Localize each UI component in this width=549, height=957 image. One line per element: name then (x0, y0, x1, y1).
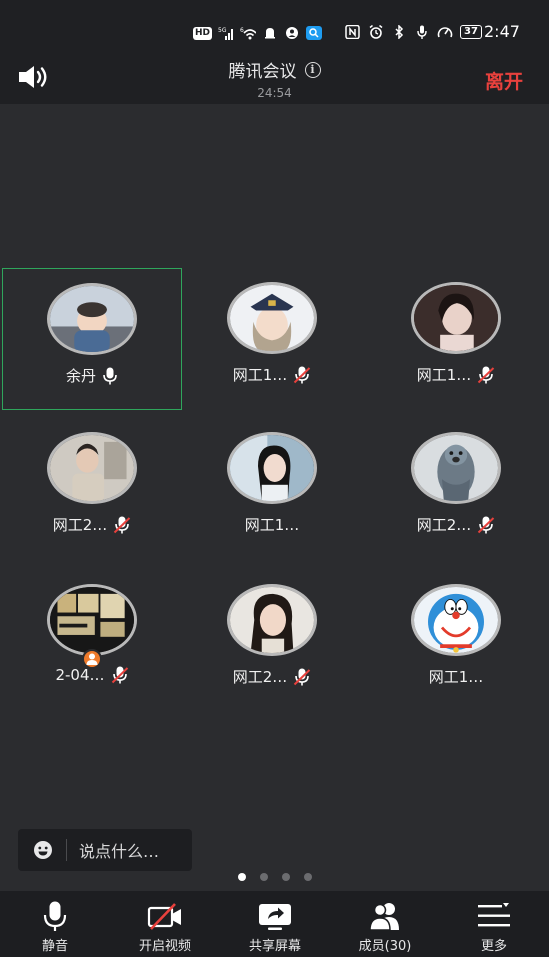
participant-name-row: 网工1… (366, 666, 546, 687)
participant-tile[interactable]: 网工1… (182, 268, 362, 410)
page-dot[interactable] (260, 873, 268, 881)
meeting-header: 腾讯会议 i 24:54 离开 (0, 50, 549, 104)
participant-name: 网工1… (232, 366, 288, 384)
mic-muted-icon (478, 366, 495, 383)
host-icon (86, 653, 98, 665)
mic-muted-icon (478, 516, 495, 533)
participant-tile[interactable]: 网工1… (182, 418, 362, 560)
participant-avatar (227, 432, 317, 504)
meeting-timer: 24:54 (257, 86, 292, 100)
participant-avatar (227, 282, 317, 354)
members-button[interactable]: 成员(30) (330, 891, 440, 957)
participant-avatar (47, 283, 137, 355)
start-video-label: 开启视频 (138, 939, 191, 954)
more-menu-icon (478, 903, 510, 927)
mute-label: 静音 (41, 939, 68, 954)
participant-avatar (411, 432, 501, 504)
mic-on-icon (103, 367, 117, 384)
participant-name: 网工1… (244, 516, 300, 534)
page-indicator (238, 873, 312, 881)
page-dot[interactable] (282, 873, 290, 881)
mute-button[interactable]: 静音 (0, 891, 110, 957)
participant-tile[interactable]: 网工2… (366, 418, 546, 560)
bottom-toolbar: 静音 开启视频 共享屏幕 成员(30) 更多 (0, 891, 549, 957)
participant-name-row: 网工1… (366, 364, 546, 385)
more-button[interactable]: 更多 (439, 891, 549, 957)
participant-name-row: 网工1… (182, 364, 362, 385)
mic-muted-icon (111, 666, 128, 684)
mic-muted-icon (294, 668, 311, 685)
start-video-button[interactable]: 开启视频 (110, 891, 220, 957)
nfc-icon (345, 25, 360, 39)
meeting-title: 腾讯会议 (228, 62, 297, 82)
participant-name: 2-04… (55, 666, 105, 684)
meeting-title-block: 腾讯会议 i 24:54 (0, 57, 549, 100)
status-icons-left: HD 5G 6 (193, 24, 323, 42)
share-screen-icon (259, 904, 291, 930)
participant-tile[interactable]: 网工1… (366, 570, 546, 712)
participant-name: 网工1… (416, 366, 472, 384)
mic-muted-icon (294, 366, 311, 383)
microphone-icon (43, 901, 67, 931)
participant-name: 网工2… (416, 516, 472, 534)
participant-name-row: 余丹 (3, 365, 181, 386)
page-dot-active[interactable] (238, 873, 246, 881)
cellular-signal-icon: 5G (218, 27, 234, 40)
participant-avatar (411, 584, 501, 656)
wifi-icon: 6 (240, 27, 257, 40)
microphone-status-icon (417, 25, 427, 39)
speedometer-icon (437, 27, 453, 38)
wifi-label: 6 (240, 27, 244, 34)
alarm-icon (369, 25, 383, 39)
mic-muted-icon (114, 516, 131, 533)
chat-placeholder: 说点什么… (79, 842, 160, 861)
members-label: 成员(30) (358, 939, 412, 954)
leave-button[interactable]: 离开 (485, 67, 523, 94)
participant-name: 网工2… (52, 516, 108, 534)
participant-name-row: 网工2… (182, 666, 362, 687)
share-screen-label: 共享屏幕 (248, 939, 301, 954)
hd-badge: HD (193, 26, 213, 40)
battery-icon: 37 (460, 25, 482, 39)
participant-name-row: 网工1… (182, 514, 362, 535)
members-icon (369, 903, 399, 931)
video-off-icon (147, 903, 181, 930)
participant-avatar (227, 584, 317, 656)
participant-name: 余丹 (65, 367, 96, 385)
emoji-icon[interactable] (32, 839, 54, 861)
share-screen-button[interactable]: 共享屏幕 (220, 891, 330, 957)
participant-tile[interactable]: 2-04… (2, 570, 182, 712)
status-bar: HD 5G 6 37 2:47 (0, 0, 549, 50)
signal-label: 5G (218, 27, 227, 34)
account-circle-icon (286, 27, 299, 39)
bluetooth-icon (395, 25, 404, 39)
notification-bell-icon (265, 28, 276, 39)
participant-avatar (47, 584, 137, 656)
chat-divider (66, 839, 67, 861)
more-label: 更多 (480, 939, 507, 954)
participant-name-row: 网工2… (366, 514, 546, 535)
participant-tile[interactable]: 网工2… (182, 570, 362, 712)
status-time: 2:47 (484, 22, 520, 41)
participant-name-row: 2-04… (2, 666, 182, 684)
search-app-icon (306, 26, 323, 40)
status-icons-right: 37 (345, 23, 482, 41)
chat-input[interactable]: 说点什么… (18, 829, 192, 871)
info-icon[interactable]: i (304, 61, 321, 78)
participant-name: 网工1… (428, 668, 484, 686)
participant-tile[interactable]: 网工2… (2, 418, 182, 560)
participant-avatar (411, 282, 501, 354)
participant-name-row: 网工2… (2, 514, 182, 535)
participant-avatar (47, 432, 137, 504)
participant-name: 网工2… (232, 668, 288, 686)
participant-tile[interactable]: 余丹 (2, 268, 182, 410)
participant-tile[interactable]: 网工1… (366, 268, 546, 410)
page-dot[interactable] (304, 873, 312, 881)
